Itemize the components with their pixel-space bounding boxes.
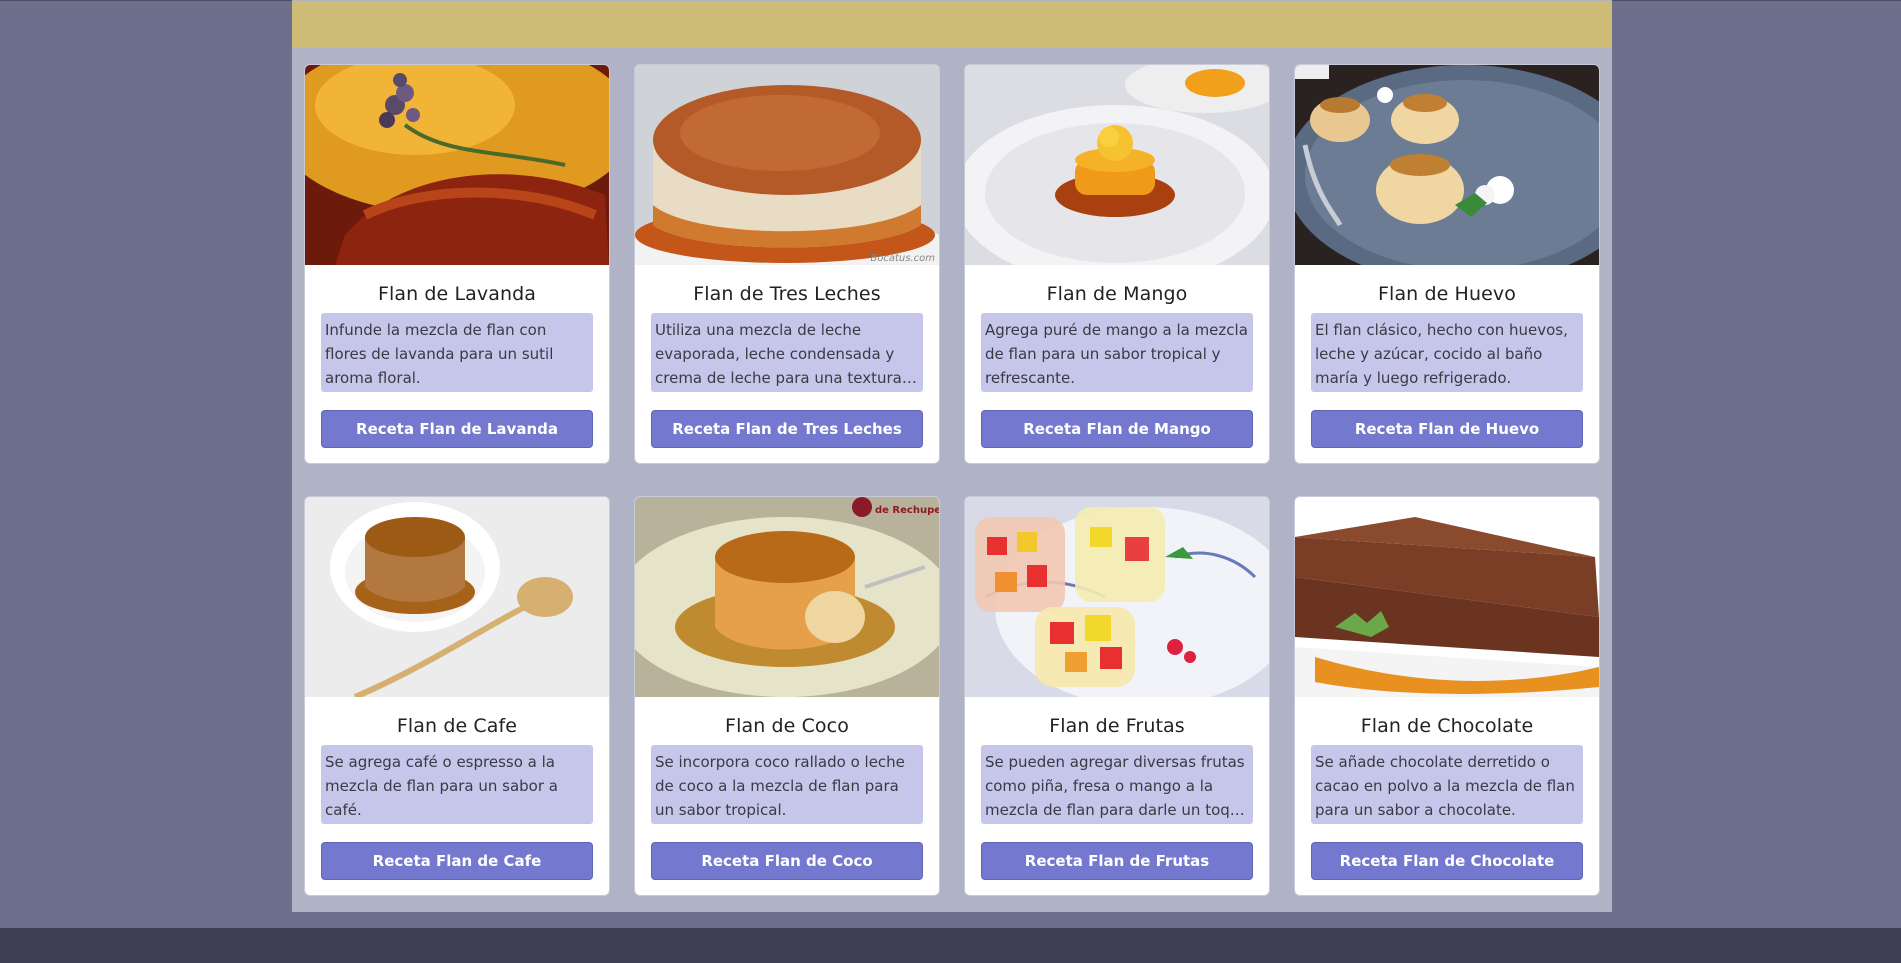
flan-tres-leches-image: Bocatus.com [635, 65, 939, 265]
recipe-button-tres-leches[interactable]: Receta Flan de Tres Leches [651, 410, 923, 448]
card-title: Flan de Coco [725, 715, 849, 737]
flan-card-cafe: Flan de Cafe Se agrega café o espresso a… [304, 496, 610, 896]
card-description: Se incorpora coco rallado o leche de coc… [651, 745, 923, 824]
card-description: Se pueden agregar diversas frutas como p… [981, 745, 1253, 824]
flan-card-mango: Flan de Mango Agrega puré de mango a la … [964, 64, 1270, 464]
recipe-button-frutas[interactable]: Receta Flan de Frutas [981, 842, 1253, 880]
card-description: Agrega puré de mango a la mezcla de flan… [981, 313, 1253, 392]
flan-card-frutas: Flan de Frutas Se pueden agregar diversa… [964, 496, 1270, 896]
flan-cafe-image [305, 497, 609, 697]
card-title: Flan de Chocolate [1360, 715, 1534, 737]
flan-card-tres-leches: Bocatus.com Flan de Tres Leches Utiliza … [634, 64, 940, 464]
card-title: Flan de Cafe [396, 715, 518, 737]
flan-card-coco: de Rechupete Flan de Coco Se incorpora c… [634, 496, 940, 896]
flan-coco-image: de Rechupete [635, 497, 939, 697]
recipe-button-mango[interactable]: Receta Flan de Mango [981, 410, 1253, 448]
card-description: Se agrega café o espresso a la mezcla de… [321, 745, 593, 824]
flan-card-huevo: Flan de Huevo El flan clásico, hecho con… [1294, 64, 1600, 464]
main-container: Flan de Lavanda Infunde la mezcla de fla… [292, 0, 1612, 912]
flan-chocolate-image [1295, 497, 1599, 697]
watermark-bocatus: Bocatus.com [870, 253, 935, 264]
recipe-button-cafe[interactable]: Receta Flan de Cafe [321, 842, 593, 880]
recipe-button-huevo[interactable]: Receta Flan de Huevo [1311, 410, 1583, 448]
card-title: Flan de Mango [1046, 283, 1188, 305]
card-title: Flan de Lavanda [377, 283, 537, 305]
flan-card-chocolate: Flan de Chocolate Se añade chocolate der… [1294, 496, 1600, 896]
flan-lavanda-image [305, 65, 609, 265]
card-description: El flan clásico, hecho con huevos, leche… [1311, 313, 1583, 392]
card-description: Se añade chocolate derretido o cacao en … [1311, 745, 1583, 824]
footer-bar [0, 928, 1901, 963]
card-title: Flan de Huevo [1378, 283, 1516, 305]
card-title: Flan de Frutas [1049, 715, 1185, 737]
flan-huevo-image [1295, 65, 1599, 265]
flan-mango-image [965, 65, 1269, 265]
flan-frutas-image [965, 497, 1269, 697]
card-description: Utiliza una mezcla de leche evaporada, l… [651, 313, 923, 392]
flan-card-lavanda: Flan de Lavanda Infunde la mezcla de fla… [304, 64, 610, 464]
recipe-button-chocolate[interactable]: Receta Flan de Chocolate [1311, 842, 1583, 880]
header-bar [292, 1, 1612, 48]
recipe-button-coco[interactable]: Receta Flan de Coco [651, 842, 923, 880]
card-description: Infunde la mezcla de flan con flores de … [321, 313, 593, 392]
card-title: Flan de Tres Leches [693, 283, 881, 305]
recipe-button-lavanda[interactable]: Receta Flan de Lavanda [321, 410, 593, 448]
watermark-de-rechupete: de Rechupete [875, 505, 939, 516]
